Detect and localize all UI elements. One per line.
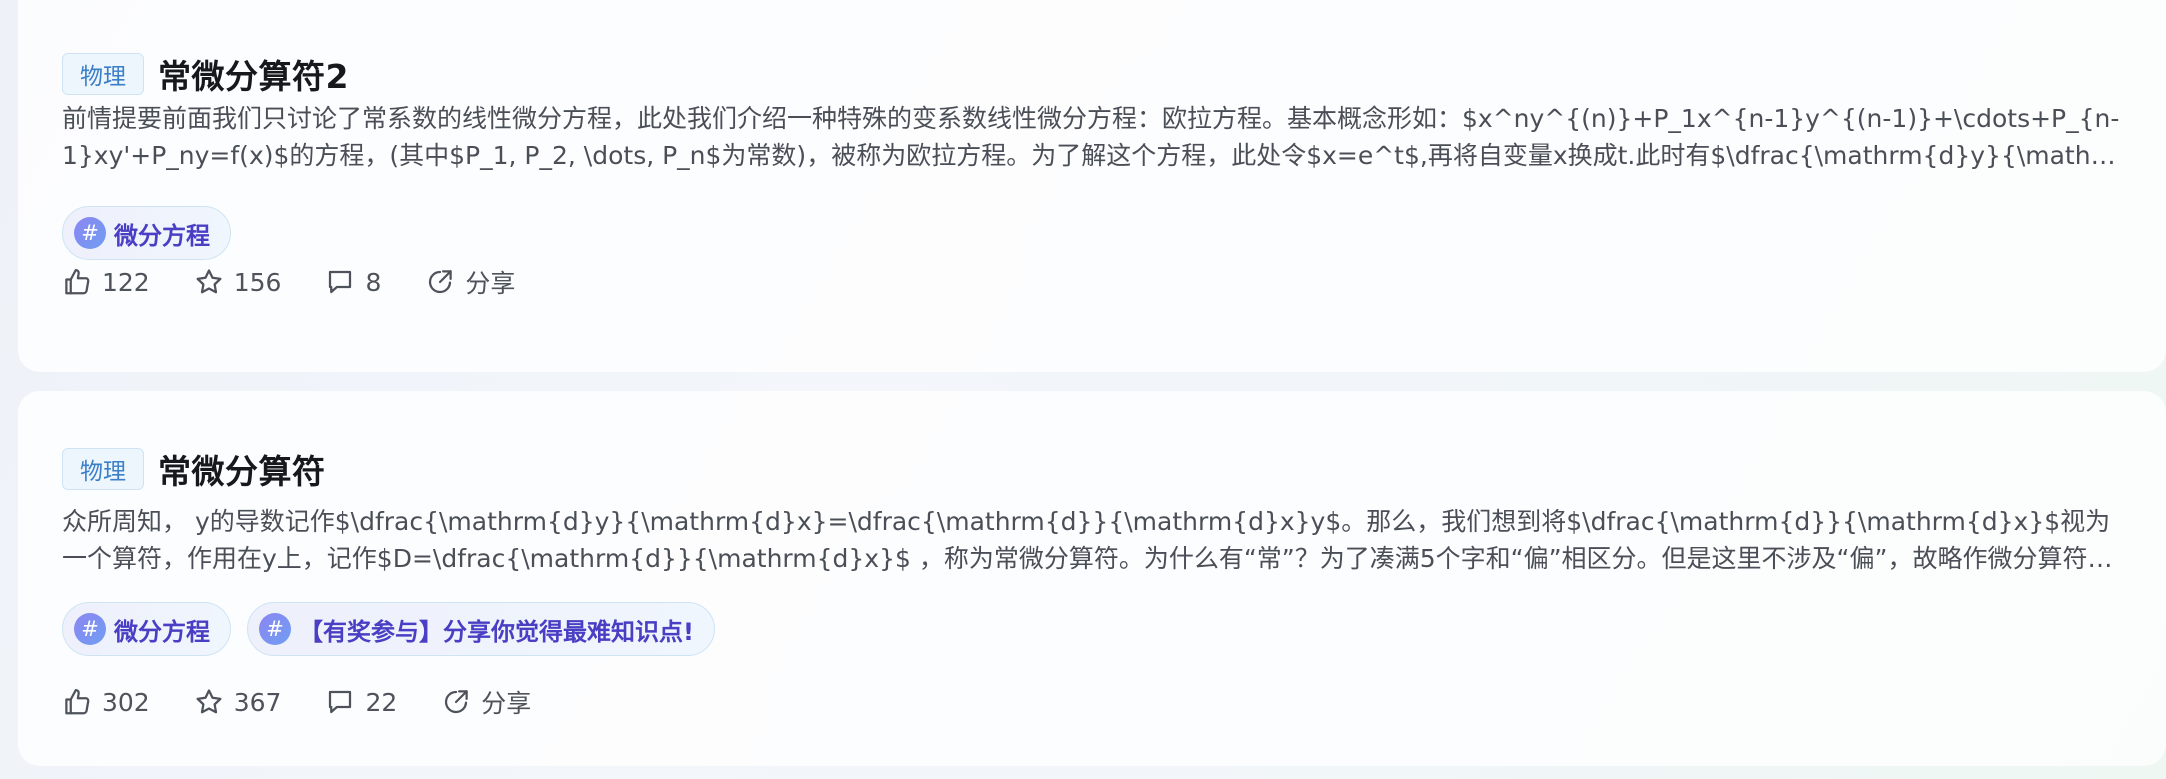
post-actions: 122 156 8 分享 xyxy=(62,264,559,300)
thumbs-up-icon xyxy=(65,269,90,295)
like-count: 122 xyxy=(102,267,150,297)
favorite-button[interactable]: 367 xyxy=(194,687,282,717)
post-card[interactable]: 物理 常微分算符 众所周知， y的导数记作$\dfrac{\mathrm{d}y… xyxy=(18,391,2166,766)
topic-tags: # 微分方程 # 【有奖参与】分享你觉得最难知识点! xyxy=(62,602,715,656)
topic-tags: # 微分方程 xyxy=(62,206,231,260)
post-title[interactable]: 常微分算符 xyxy=(158,445,326,493)
topic-tag-label: 【有奖参与】分享你觉得最难知识点! xyxy=(299,617,694,646)
post-excerpt[interactable]: 前情提要前面我们只讨论了常系数的线性微分方程，此处我们介绍一种特殊的变系数线性微… xyxy=(62,100,2124,174)
star-icon xyxy=(196,689,222,714)
post-title[interactable]: 常微分算符2 xyxy=(158,50,349,98)
hashtag-icon: # xyxy=(74,613,106,645)
topic-tag-label: 微分方程 xyxy=(114,221,210,250)
comment-count: 8 xyxy=(365,267,382,297)
post-title-row: 物理 常微分算符 xyxy=(62,445,326,493)
share-button[interactable]: 分享 xyxy=(425,264,515,300)
post-excerpt[interactable]: 众所周知， y的导数记作$\dfrac{\mathrm{d}y}{\mathrm… xyxy=(62,503,2124,577)
topic-tag-label: 微分方程 xyxy=(114,617,210,646)
comment-icon xyxy=(329,690,352,714)
post-title-row: 物理 常微分算符2 xyxy=(62,50,349,98)
share-button[interactable]: 分享 xyxy=(441,684,531,720)
topic-tag[interactable]: # 微分方程 xyxy=(62,602,231,656)
like-button[interactable]: 302 xyxy=(62,687,150,717)
like-button[interactable]: 122 xyxy=(62,267,150,297)
favorite-button[interactable]: 156 xyxy=(194,267,282,297)
share-label: 分享 xyxy=(465,269,516,298)
topic-tag[interactable]: # 【有奖参与】分享你觉得最难知识点! xyxy=(247,602,715,656)
share-icon xyxy=(429,270,453,294)
like-count: 302 xyxy=(102,687,150,717)
favorite-count: 156 xyxy=(233,267,282,297)
star-icon xyxy=(196,269,222,294)
category-tag[interactable]: 物理 xyxy=(62,53,144,95)
comment-button[interactable]: 22 xyxy=(325,687,397,717)
share-icon xyxy=(445,690,468,714)
hashtag-icon: # xyxy=(259,613,291,645)
thumbs-up-icon xyxy=(65,689,90,715)
post-actions: 302 367 22 分享 xyxy=(62,684,575,720)
favorite-count: 367 xyxy=(233,687,282,717)
topic-tag[interactable]: # 微分方程 xyxy=(62,206,231,260)
share-label: 分享 xyxy=(481,689,532,718)
hashtag-icon: # xyxy=(74,217,106,249)
comment-button[interactable]: 8 xyxy=(325,267,381,297)
category-tag[interactable]: 物理 xyxy=(62,448,144,490)
comment-count: 22 xyxy=(365,687,398,717)
post-feed: 物理 常微分算符2 前情提要前面我们只讨论了常系数的线性微分方程，此处我们介绍一… xyxy=(0,0,2166,779)
comment-icon xyxy=(329,270,352,294)
post-card[interactable]: 物理 常微分算符2 前情提要前面我们只讨论了常系数的线性微分方程，此处我们介绍一… xyxy=(18,0,2166,372)
